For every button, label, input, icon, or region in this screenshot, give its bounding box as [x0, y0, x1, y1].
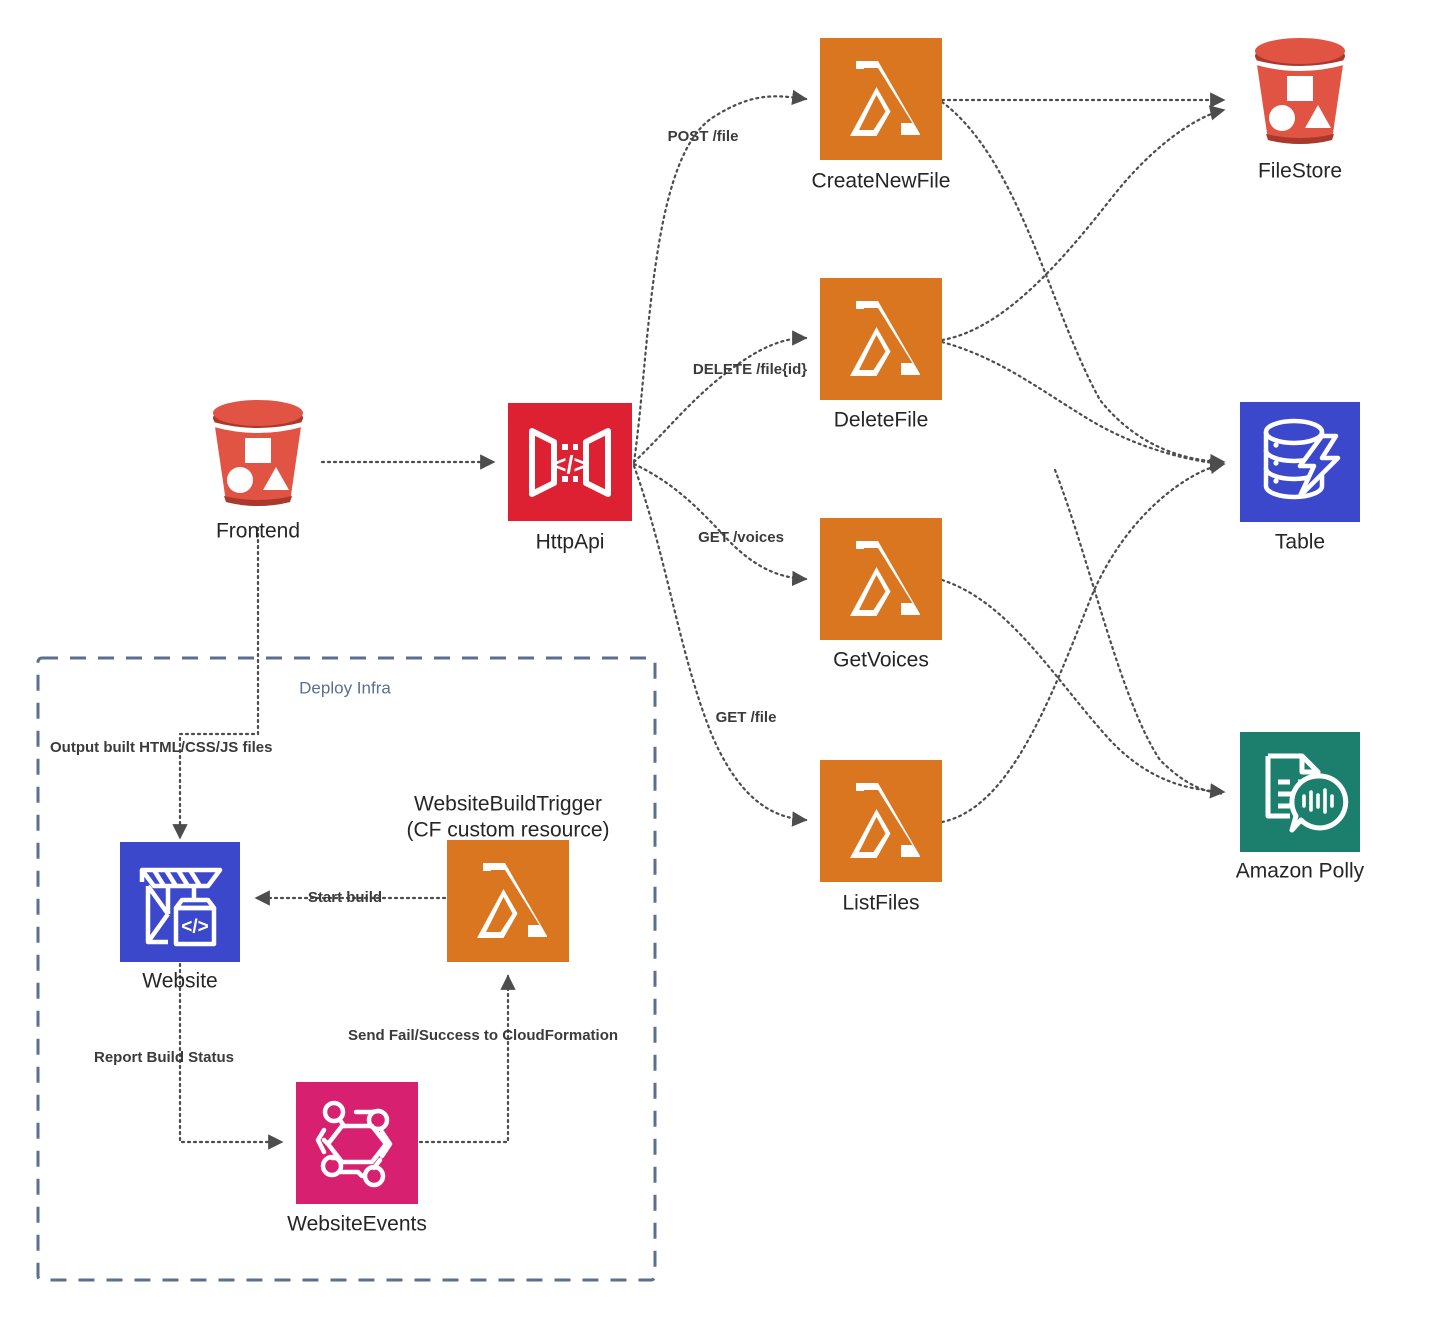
- node-websiteevents-label: WebsiteEvents: [287, 1213, 427, 1236]
- edge-deletefile-to-table: [940, 340, 1226, 471]
- edge-layer: [172, 89, 1226, 1150]
- edge-deletefile-to-filestore: [940, 105, 1226, 342]
- eventbridge-icon: [296, 1082, 418, 1204]
- lambda-icon: [820, 38, 942, 160]
- s3-bucket-icon: [1255, 38, 1345, 144]
- lambda-icon: [820, 518, 942, 640]
- node-frontend[interactable]: Frontend: [213, 400, 303, 543]
- node-createnewfile-label: CreateNewFile: [812, 170, 951, 193]
- lambda-icon: [447, 840, 569, 962]
- node-amazon-polly-label: Amazon Polly: [1236, 860, 1365, 883]
- edge-label-post-file: POST /file: [668, 128, 739, 145]
- node-table[interactable]: Table: [1240, 402, 1360, 554]
- edge-httpapi-to-createnewfile: [632, 89, 808, 464]
- edge-listfiles-to-table: [940, 458, 1226, 824]
- node-websitebuildtrigger[interactable]: WebsiteBuildTrigger (CF custom resource): [406, 793, 610, 962]
- edge-label-send-fail-success: Send Fail/Success to CloudFormation: [348, 1027, 618, 1044]
- node-websiteevents[interactable]: WebsiteEvents: [287, 1082, 427, 1236]
- s3-bucket-icon: [213, 400, 303, 506]
- node-amazon-polly[interactable]: Amazon Polly: [1236, 732, 1365, 883]
- node-getvoices[interactable]: GetVoices: [820, 518, 942, 672]
- edge-createnewfile-to-table: [940, 100, 1226, 470]
- node-getvoices-label: GetVoices: [833, 649, 929, 672]
- node-listfiles[interactable]: ListFiles: [820, 760, 942, 915]
- api-gateway-icon: [508, 403, 632, 521]
- edge-label-start-build: Start build: [308, 889, 382, 906]
- node-website-label: Website: [142, 970, 217, 993]
- deploy-infra-label: Deploy Infra: [299, 678, 391, 697]
- node-deletefile[interactable]: DeleteFile: [820, 278, 942, 432]
- dynamodb-icon: [1240, 402, 1360, 522]
- lambda-icon: [820, 760, 942, 882]
- architecture-diagram: </>: [0, 0, 1430, 1321]
- node-website[interactable]: Website: [120, 842, 240, 993]
- node-createnewfile[interactable]: CreateNewFile: [812, 38, 951, 193]
- amplify-crane-icon: [120, 842, 240, 962]
- node-httpapi-label: HttpApi: [536, 531, 605, 554]
- diagram-canvas: </>: [36, 38, 1365, 1282]
- edge-label-report-build-status: Report Build Status: [94, 1049, 234, 1066]
- edge-label-get-voices: GET /voices: [698, 529, 784, 546]
- node-listfiles-label: ListFiles: [842, 892, 919, 915]
- edge-label-get-file: GET /file: [716, 709, 777, 726]
- edge-events-to-trigger: [418, 974, 516, 1144]
- node-websitebuildtrigger-sublabel: (CF custom resource): [406, 819, 609, 842]
- edge-httpapi-to-listfiles: [632, 464, 808, 827]
- node-deletefile-label: DeleteFile: [834, 409, 929, 432]
- edge-frontend-to-website: [172, 526, 260, 840]
- edge-httpapi-to-deletefile: [632, 330, 808, 464]
- polly-icon: [1240, 732, 1360, 852]
- node-table-label: Table: [1275, 531, 1325, 554]
- edge-label-delete-file-id: DELETE /file{id}: [693, 361, 807, 378]
- edge-httpapi-to-getvoices: [632, 462, 808, 587]
- node-filestore[interactable]: FileStore: [1255, 38, 1345, 183]
- lambda-icon: [820, 278, 942, 400]
- edge-getvoices-to-polly: [940, 578, 1226, 799]
- node-websitebuildtrigger-label: WebsiteBuildTrigger: [414, 793, 602, 816]
- node-frontend-label: Frontend: [216, 520, 300, 543]
- edge-listfiles-to-polly: [1053, 468, 1226, 796]
- edge-label-output-built-files: Output built HTML/CSS/JS files: [50, 739, 273, 756]
- node-filestore-label: FileStore: [1258, 160, 1342, 183]
- node-httpapi[interactable]: HttpApi: [508, 403, 632, 554]
